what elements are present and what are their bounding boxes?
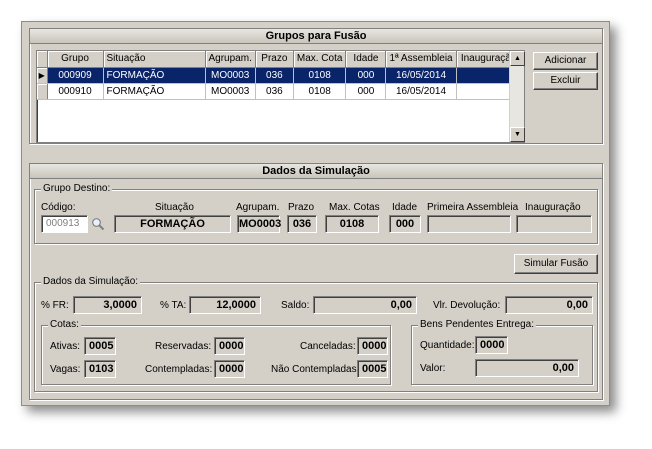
- table-row[interactable]: ▶ 000909 FORMAÇÃO MO0003 036 0108 000 16…: [37, 67, 522, 84]
- grupos-table: Grupo Situação Agrupam. Prazo Max. Cota …: [37, 51, 522, 100]
- reservadas-field: 0000: [214, 337, 245, 355]
- ativas-field: 0005: [84, 337, 116, 355]
- cell-max-cota: 0108: [293, 67, 347, 84]
- grupo-destino-label: Grupo Destino:: [41, 183, 113, 194]
- cell-situacao: FORMAÇÃO: [103, 67, 206, 84]
- codigo-input[interactable]: 000913: [41, 215, 88, 233]
- col-grupo[interactable]: Grupo: [47, 51, 104, 68]
- ta-label: % TA:: [160, 300, 187, 311]
- cell-assembleia: 16/05/2014: [385, 83, 457, 100]
- fusion-window: Grupos para Fusão Grupo Situação Agrupam…: [21, 21, 610, 406]
- quantidade-field: 0000: [475, 336, 508, 354]
- idade-field: 000: [389, 215, 421, 233]
- ta-field: 12,0000: [189, 296, 261, 314]
- cell-prazo: 036: [255, 67, 294, 84]
- simular-fusao-button[interactable]: Simular Fusão: [514, 254, 598, 274]
- cell-prazo: 036: [255, 83, 294, 100]
- max-cotas-field: 0108: [325, 215, 379, 233]
- grupos-vertical-scrollbar[interactable]: ▲ ▼: [509, 51, 525, 142]
- search-icon[interactable]: [91, 217, 105, 231]
- table-row[interactable]: 000910 FORMAÇÃO MO0003 036 0108 000 16/0…: [37, 83, 522, 100]
- add-button[interactable]: Adicionar: [533, 52, 598, 70]
- canceladas-field: 0000: [357, 337, 388, 355]
- contempladas-field: 0000: [214, 360, 245, 378]
- devolucao-field: 0,00: [505, 296, 593, 314]
- bens-pendentes-group: Bens Pendentes Entrega: Quantidade: 0000…: [411, 319, 593, 385]
- grupos-panel: Grupos para Fusão Grupo Situação Agrupam…: [29, 28, 603, 144]
- agrupam-field: MO0003: [237, 215, 281, 233]
- devolucao-label: Vlr. Devolução:: [433, 300, 501, 311]
- row-indicator-header: [37, 51, 48, 68]
- row-indicator: [37, 83, 48, 100]
- fr-label: % FR:: [41, 300, 69, 311]
- saldo-field: 0,00: [313, 296, 417, 314]
- grupos-grid[interactable]: Grupo Situação Agrupam. Prazo Max. Cota …: [36, 50, 525, 143]
- cell-assembleia: 16/05/2014: [385, 67, 457, 84]
- dados-simulacao-group: Dados da Simulação: % FR: 3,0000 % TA: 1…: [34, 276, 598, 392]
- delete-button[interactable]: Excluir: [533, 72, 598, 90]
- vagas-label: Vagas:: [50, 364, 81, 375]
- nao-contempladas-field: 0005: [357, 360, 388, 378]
- col-agrupam[interactable]: Agrupam.: [205, 51, 256, 68]
- cotas-group: Cotas: Ativas: 0005 Vagas: 0103 Reservad…: [41, 319, 391, 385]
- reservadas-label: Reservadas:: [155, 341, 212, 352]
- cell-max-cota: 0108: [293, 83, 347, 100]
- situacao-field: FORMAÇÃO: [114, 215, 231, 233]
- col-prazo[interactable]: Prazo: [255, 51, 294, 68]
- agrupam-label: Agrupam.: [236, 202, 280, 213]
- simulacao-panel: Dados da Simulação Grupo Destino: Código…: [29, 163, 603, 400]
- grupos-header-row: Grupo Situação Agrupam. Prazo Max. Cota …: [37, 51, 522, 68]
- prazo-field: 036: [287, 215, 317, 233]
- cell-situacao: FORMAÇÃO: [103, 83, 206, 100]
- max-cotas-label: Max. Cotas: [329, 202, 380, 213]
- cell-grupo: 000909: [47, 67, 104, 84]
- valor-field: 0,00: [475, 359, 579, 377]
- col-idade[interactable]: Idade: [345, 51, 387, 68]
- inauguracao-field: [516, 215, 592, 233]
- cotas-label: Cotas:: [48, 319, 81, 330]
- row-selected-indicator-icon: ▶: [37, 67, 48, 84]
- contempladas-label: Contempladas:: [145, 364, 213, 375]
- cell-idade: 000: [345, 83, 387, 100]
- grupo-destino-group: Grupo Destino: Código: 000913 Situação F…: [34, 183, 598, 244]
- cell-agrupam: MO0003: [205, 67, 256, 84]
- idade-label: Idade: [392, 202, 418, 213]
- col-assembleia[interactable]: 1ª Assembleia: [385, 51, 457, 68]
- valor-label: Valor:: [420, 363, 446, 374]
- prazo-label: Prazo: [288, 202, 315, 213]
- saldo-label: Saldo:: [281, 300, 310, 311]
- dados-simulacao-label: Dados da Simulação:: [41, 276, 141, 287]
- canceladas-label: Canceladas:: [300, 341, 356, 352]
- scroll-up-arrow-icon[interactable]: ▲: [510, 51, 525, 66]
- cell-idade: 000: [345, 67, 387, 84]
- ativas-label: Ativas:: [50, 341, 81, 352]
- nao-contempladas-label: Não Contempladas:: [271, 364, 360, 375]
- bens-pendentes-label: Bens Pendentes Entrega:: [418, 319, 536, 330]
- inauguracao-label: Inauguração: [525, 202, 581, 213]
- col-situacao[interactable]: Situação: [103, 51, 206, 68]
- codigo-label: Código:: [41, 202, 76, 213]
- cell-grupo: 000910: [47, 83, 104, 100]
- cell-agrupam: MO0003: [205, 83, 256, 100]
- situacao-label: Situação: [155, 202, 194, 213]
- primeira-assembleia-label: Primeira Assembleia: [427, 202, 519, 213]
- vagas-field: 0103: [84, 360, 116, 378]
- simulacao-panel-title: Dados da Simulação: [30, 164, 602, 179]
- grupos-panel-title: Grupos para Fusão: [30, 29, 602, 44]
- primeira-assembleia-field: [427, 215, 511, 233]
- col-max-cota[interactable]: Max. Cota: [293, 51, 347, 68]
- scroll-down-arrow-icon[interactable]: ▼: [510, 127, 525, 142]
- fr-field: 3,0000: [73, 296, 142, 314]
- quantidade-label: Quantidade:: [420, 340, 475, 351]
